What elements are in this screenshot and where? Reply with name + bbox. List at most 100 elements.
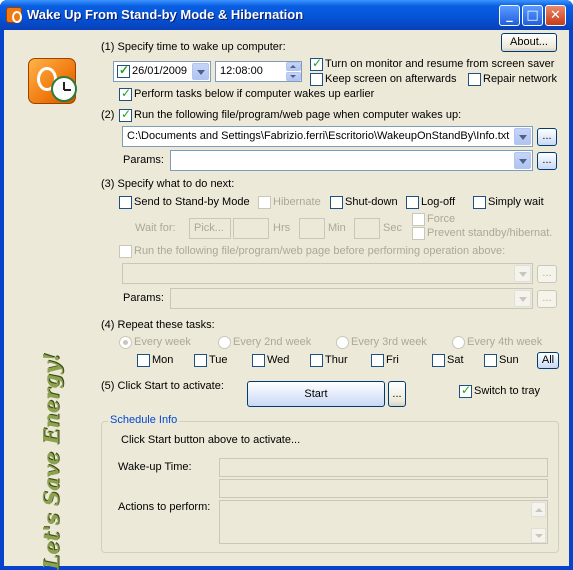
hibernate-label: Hibernate bbox=[273, 196, 321, 208]
day-thur-label: Thur bbox=[325, 354, 348, 366]
wait-pick-input[interactable]: Pick... bbox=[189, 218, 231, 239]
run-before-checkbox[interactable] bbox=[119, 245, 132, 258]
date-enable-checkbox[interactable] bbox=[117, 63, 130, 78]
maximize-button[interactable]: □ bbox=[522, 5, 543, 26]
send-standby-checkbox[interactable] bbox=[119, 196, 132, 209]
force-checkbox[interactable] bbox=[412, 213, 425, 226]
date-picker[interactable]: 26/01/2009 bbox=[113, 61, 211, 82]
every-3rd-week-label: Every 3rd week bbox=[351, 336, 427, 348]
spin-down-icon[interactable] bbox=[286, 72, 301, 81]
repair-network-label: Repair network bbox=[483, 73, 557, 85]
before-program-path-combo[interactable] bbox=[122, 263, 533, 284]
day-sun-checkbox[interactable] bbox=[484, 354, 497, 367]
wake-program-browse-button[interactable]: ... bbox=[537, 128, 557, 146]
day-mon-checkbox[interactable] bbox=[137, 354, 150, 367]
every-week-radio[interactable] bbox=[119, 336, 132, 349]
wait-pick-placeholder: Pick... bbox=[194, 222, 224, 234]
every-2nd-week-radio[interactable] bbox=[218, 336, 231, 349]
close-button[interactable]: ✕ bbox=[545, 5, 566, 26]
day-tue-checkbox[interactable] bbox=[194, 354, 207, 367]
switch-to-tray-checkbox[interactable] bbox=[459, 383, 472, 398]
wake-up-time-field bbox=[219, 458, 548, 477]
select-all-days-button[interactable]: All bbox=[537, 352, 559, 369]
keep-screen-checkbox[interactable] bbox=[310, 73, 323, 86]
day-sat-label: Sat bbox=[447, 354, 464, 366]
before-params-dropdown-icon[interactable] bbox=[514, 290, 531, 307]
shutdown-checkbox[interactable] bbox=[330, 196, 343, 209]
path-dropdown-icon[interactable] bbox=[514, 128, 531, 145]
window-title: Wake Up From Stand-by Mode & Hibernation bbox=[27, 7, 304, 22]
every-2nd-week-label: Every 2nd week bbox=[233, 336, 312, 348]
maximize-icon: □ bbox=[526, 8, 539, 23]
close-icon: ✕ bbox=[550, 8, 561, 23]
time-spinner[interactable] bbox=[286, 62, 301, 81]
wait-for-label: Wait for: bbox=[135, 222, 176, 234]
day-fri-label: Fri bbox=[386, 354, 399, 366]
actions-to-perform-field bbox=[219, 500, 548, 544]
minimize-icon: _ bbox=[506, 8, 513, 23]
day-thur-checkbox[interactable] bbox=[310, 354, 323, 367]
section2-prefix: (2) bbox=[101, 109, 115, 121]
wake-up-time-field-2 bbox=[219, 479, 548, 498]
hibernate-checkbox[interactable] bbox=[258, 196, 271, 209]
logoff-label: Log-off bbox=[421, 196, 456, 208]
about-button[interactable]: About... bbox=[501, 33, 557, 52]
shutdown-label: Shut-down bbox=[345, 196, 398, 208]
date-value: 26/01/2009 bbox=[132, 65, 188, 77]
every-3rd-week-radio[interactable] bbox=[336, 336, 349, 349]
day-tue-label: Tue bbox=[209, 354, 228, 366]
client-area: Let's Save Energy! About... (1) Specify … bbox=[4, 30, 569, 570]
prevent-standby-checkbox[interactable] bbox=[412, 227, 425, 240]
section5-label: (5) Click Start to activate: bbox=[101, 380, 224, 392]
time-picker[interactable]: 12:08:00 bbox=[215, 61, 302, 82]
spin-up-icon[interactable] bbox=[286, 62, 301, 71]
wake-program-path-combo[interactable]: C:\Documents and Settings\Fabrizio.ferri… bbox=[122, 126, 533, 147]
start-options-button[interactable]: ... bbox=[388, 381, 406, 407]
start-button[interactable]: Start bbox=[247, 381, 385, 407]
title-bar[interactable]: Wake Up From Stand-by Mode & Hibernation… bbox=[0, 0, 573, 30]
turn-on-monitor-label: Turn on monitor and resume from screen s… bbox=[325, 58, 555, 70]
params-dropdown-icon[interactable] bbox=[514, 152, 531, 169]
scroll-down-icon[interactable] bbox=[531, 528, 546, 543]
run-after-wake-checkbox[interactable] bbox=[119, 107, 132, 122]
date-dropdown-icon[interactable] bbox=[192, 63, 209, 80]
wake-params-combo[interactable] bbox=[170, 150, 533, 171]
before-params-browse-button[interactable]: ... bbox=[537, 290, 557, 308]
scroll-up-icon[interactable] bbox=[531, 502, 546, 517]
wait-seconds-input[interactable] bbox=[354, 218, 380, 239]
simply-wait-checkbox[interactable] bbox=[473, 196, 486, 209]
wake-up-time-label: Wake-up Time: bbox=[118, 461, 192, 473]
before-params-combo[interactable] bbox=[170, 288, 533, 309]
day-sun-label: Sun bbox=[499, 354, 519, 366]
schedule-hint: Click Start button above to activate... bbox=[121, 434, 301, 446]
hrs-label: Hrs bbox=[273, 222, 291, 234]
sec-label: Sec bbox=[383, 222, 402, 234]
wait-hours-input[interactable] bbox=[233, 218, 269, 239]
actions-to-perform-label: Actions to perform: bbox=[118, 501, 211, 513]
keep-screen-label: Keep screen on afterwards bbox=[325, 73, 457, 85]
perform-earlier-label: Perform tasks below if computer wakes up… bbox=[134, 88, 375, 100]
every-4th-week-radio[interactable] bbox=[452, 336, 465, 349]
section2-label: Run the following file/program/web page … bbox=[134, 109, 462, 121]
before-params-label: Params: bbox=[123, 292, 164, 304]
day-sat-checkbox[interactable] bbox=[432, 354, 445, 367]
minimize-button[interactable]: _ bbox=[499, 5, 520, 26]
section4-label: (4) Repeat these tasks: bbox=[101, 319, 215, 331]
repair-network-checkbox[interactable] bbox=[468, 73, 481, 86]
wake-program-path-value: C:\Documents and Settings\Fabrizio.ferri… bbox=[127, 130, 510, 142]
wait-minutes-input[interactable] bbox=[299, 218, 325, 239]
section1-label: (1) Specify time to wake up computer: bbox=[101, 41, 286, 53]
simply-wait-label: Simply wait bbox=[488, 196, 544, 208]
before-program-browse-button[interactable]: ... bbox=[537, 265, 557, 283]
every-4th-week-label: Every 4th week bbox=[467, 336, 543, 348]
day-fri-checkbox[interactable] bbox=[371, 354, 384, 367]
perform-earlier-checkbox[interactable] bbox=[119, 86, 132, 101]
every-week-label: Every week bbox=[134, 336, 191, 348]
app-title-icon[interactable] bbox=[6, 7, 22, 23]
day-wed-checkbox[interactable] bbox=[252, 354, 265, 367]
send-standby-label: Send to Stand-by Mode bbox=[134, 196, 250, 208]
wake-params-browse-button[interactable]: ... bbox=[537, 152, 557, 170]
turn-on-monitor-checkbox[interactable] bbox=[310, 56, 323, 71]
before-path-dropdown-icon[interactable] bbox=[514, 265, 531, 282]
logoff-checkbox[interactable] bbox=[406, 196, 419, 209]
